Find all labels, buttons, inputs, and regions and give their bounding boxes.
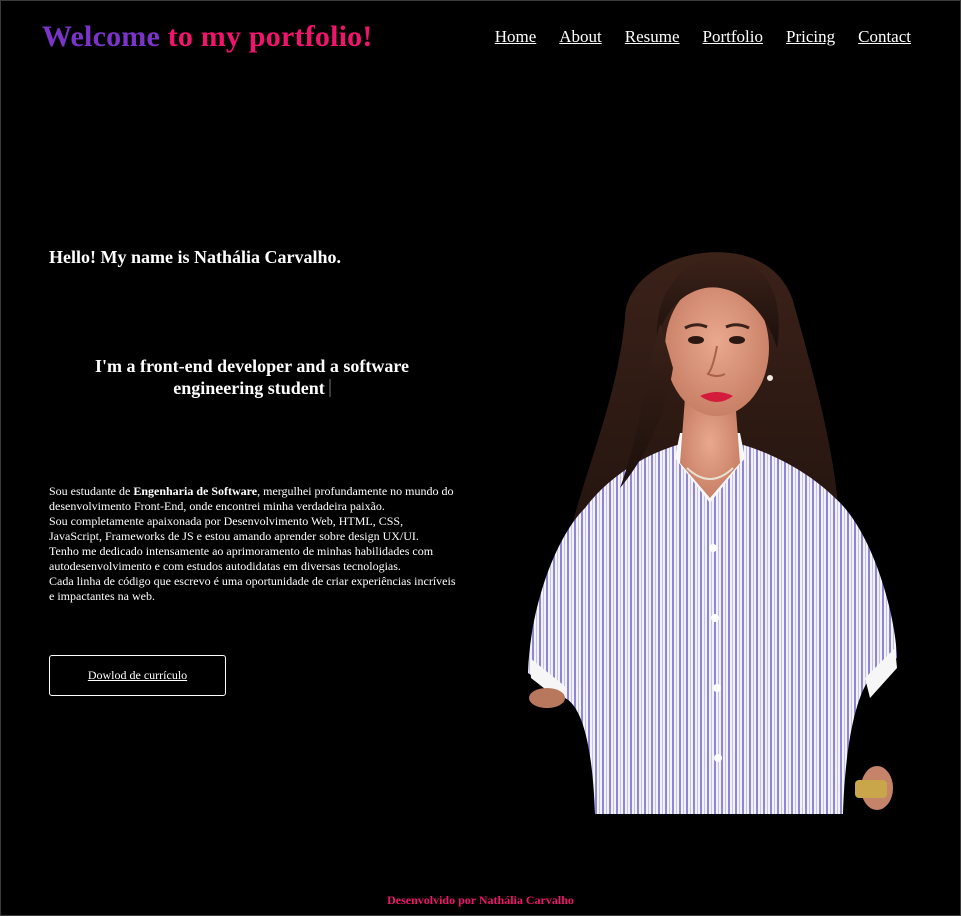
bio-line1-bold: Engenharia de Software [133,484,258,498]
nav-resume[interactable]: Resume [625,26,680,48]
nav-home[interactable]: Home [495,26,537,48]
footer-credit-text: Desenvolvido por Nathália Carvalho [387,893,574,907]
nav-pricing[interactable]: Pricing [786,26,835,48]
nav-contact[interactable]: Contact [858,26,911,48]
typing-cursor [328,379,331,397]
bio-paragraph-1: Sou estudante de Engenharia de Software,… [49,484,459,514]
nav-about[interactable]: About [559,26,602,48]
main-nav: Home About Resume Portfolio Pricing Cont… [472,26,911,48]
logo-portfolio: to my portfolio! [167,20,373,53]
bio-paragraph-3: Tenho me dedicado intensamente ao aprimo… [49,544,434,573]
tagline-text: I'm a front-end developer and a software… [95,356,409,398]
bio-line1-pre: Sou estudante de [49,484,134,498]
bio-paragraph-2: Sou completamente apaixonada por Desenvo… [49,514,419,543]
site-logo: Welcome to my portfolio! [42,17,373,57]
greeting-heading: Hello! My name is Nathália Carvalho. [49,247,341,267]
profile-photo [528,252,897,814]
tagline-heading: I'm a front-end developer and a software… [49,355,455,399]
bio-text: Sou estudante de Engenharia de Software,… [49,484,459,604]
bio-paragraph-4: Cada linha de código que escrevo é uma o… [49,574,456,603]
nav-portfolio[interactable]: Portfolio [703,26,763,48]
logo-welcome: Welcome [42,20,168,53]
download-cv-button[interactable]: Dowlod de currículo [49,655,226,696]
footer-credit: Desenvolvido por Nathália Carvalho [0,893,961,908]
